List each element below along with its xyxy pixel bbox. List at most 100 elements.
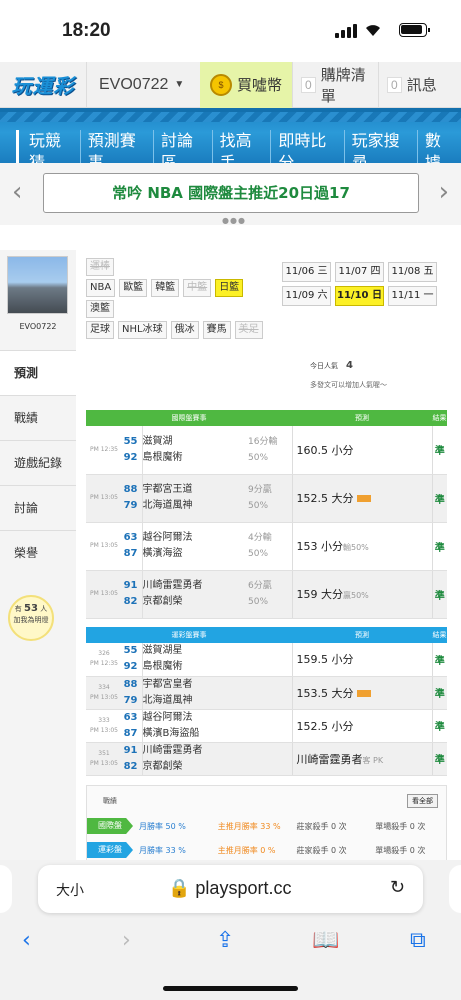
handicap-rate: 50%: [248, 549, 269, 559]
chevron-right-icon[interactable]: ›: [439, 177, 449, 207]
profile-name: EVO0722: [19, 322, 57, 331]
team-name[interactable]: 川崎雷霆勇者: [143, 578, 249, 594]
prev-tab-preview[interactable]: [0, 865, 12, 913]
chevron-left-icon[interactable]: ‹: [12, 177, 22, 207]
profile-nav-item[interactable]: 戰績: [0, 395, 76, 440]
team-name[interactable]: 越谷阿爾法: [143, 710, 292, 726]
team-name[interactable]: 京都創榮: [143, 594, 249, 610]
league-chip[interactable]: 俄冰: [170, 321, 199, 339]
team-name[interactable]: 橫濱B海盜船: [143, 726, 292, 742]
forward-icon[interactable]: ›: [122, 928, 131, 953]
date-tab[interactable]: 11/06 三: [282, 262, 331, 282]
league-chip[interactable]: 韓籃: [151, 279, 180, 297]
league-chip[interactable]: 澳籃: [86, 300, 114, 318]
message-count: 0: [387, 76, 402, 93]
fans-badge[interactable]: 有 53 人 加我為明燈: [8, 595, 54, 641]
team-numbers: 63 87: [122, 709, 142, 743]
bookmarks-icon[interactable]: 📖: [312, 928, 339, 953]
team-name[interactable]: 島根魔術: [143, 659, 292, 675]
game-time: 326 PM 12:35: [86, 643, 122, 677]
team-numbers: 88 79: [122, 676, 142, 710]
share-icon[interactable]: ⇪: [216, 928, 234, 953]
messages-label: 訊息: [406, 77, 437, 94]
messages-tab[interactable]: 0 訊息: [378, 61, 461, 108]
avatar[interactable]: [7, 256, 68, 314]
pick: 159 大分: [296, 588, 344, 601]
record-stat: 主推月勝率 0 %: [217, 845, 276, 855]
result: 準: [431, 643, 447, 677]
main-pick-tag-icon: [356, 689, 371, 697]
league-chip[interactable]: 歐籃: [119, 279, 148, 297]
team-number: 87: [123, 727, 138, 739]
team-names: 滋賀湖星 島根魔術: [141, 643, 292, 677]
league-chip[interactable]: 賽馬: [202, 321, 231, 339]
banner-link[interactable]: 常吟 NBA 國際盤主推近20日過17: [43, 173, 419, 213]
team-name[interactable]: 滋賀湖: [143, 434, 249, 450]
view-all-button[interactable]: 看全部: [407, 794, 438, 808]
profile-sidebar: EVO0722 預測 戰績 遊戲紀錄 討論 榮譽 有 53 人 加我為明燈: [0, 250, 76, 860]
site-logo[interactable]: 玩運彩: [0, 62, 86, 108]
team-name[interactable]: 橫濱海盜: [143, 546, 249, 562]
team-name[interactable]: 北海道風神: [143, 498, 249, 514]
profile-nav-item[interactable]: 遊戲紀錄: [0, 440, 76, 485]
signal-icon: [335, 24, 357, 38]
team-name[interactable]: 島根魔術: [143, 450, 249, 466]
date-tab[interactable]: 11/10 日: [335, 286, 384, 306]
handicap: 16分輸 50%: [248, 426, 292, 475]
profile-nav-item[interactable]: 預測: [0, 350, 76, 395]
date-tab[interactable]: 11/08 五: [388, 262, 437, 282]
popularity-label: 今日人氣: [310, 362, 338, 370]
profile-nav-item[interactable]: 榮譽: [0, 530, 76, 575]
team-name[interactable]: 越谷阿爾法: [143, 530, 249, 546]
team-names: 川崎雷霆勇者 京都創榮: [141, 570, 249, 619]
team-name[interactable]: 川崎雷霆勇者: [143, 743, 292, 759]
buy-coin-button[interactable]: $ 買噓幣: [200, 61, 292, 108]
time: PM 13:05: [90, 726, 118, 734]
prediction: 159 大分贏50%: [291, 570, 432, 619]
league-chip[interactable]: 美足: [234, 321, 263, 339]
pick: 153 小分: [296, 540, 344, 553]
date-tab[interactable]: 11/09 六: [282, 286, 331, 306]
pick: 153.5 大分: [296, 686, 354, 700]
team-number: 82: [123, 760, 138, 772]
league-chip[interactable]: NHL冰球: [118, 321, 167, 339]
col-header: 結果: [432, 410, 447, 426]
address-field[interactable]: 大小 🔒 playsport.cc ↻: [38, 865, 423, 913]
intl-table: 國際盤賽事 預測 結果 PM 12:35 55 92 滋賀湖 島根魔術 16分輸 50% 160.5…: [86, 410, 447, 619]
team-numbers: 88 79: [122, 474, 142, 523]
text-size-button[interactable]: 大小: [56, 880, 84, 900]
team-number: 92: [123, 451, 138, 463]
profile-nav-item[interactable]: 討論: [0, 485, 76, 530]
league-chip[interactable]: 中籃: [183, 279, 212, 297]
league-chip[interactable]: 運棒: [86, 258, 114, 276]
pick-note: 客 PK: [362, 755, 384, 765]
league-chip[interactable]: 日籃: [215, 279, 244, 297]
result: 準: [431, 474, 447, 523]
battery-icon: [399, 23, 430, 37]
date-tab[interactable]: 11/11 一: [388, 286, 437, 306]
menu-stripe: [0, 112, 461, 122]
handicap-rate: 50%: [248, 452, 269, 463]
popularity-note: 多發文可以增加人氣喔～: [310, 381, 387, 389]
filter-row: 運棒: [86, 258, 276, 276]
league-chip[interactable]: 足球: [86, 321, 114, 339]
league-chip[interactable]: NBA: [86, 279, 116, 297]
team-name[interactable]: 北海道風神: [143, 693, 292, 709]
col-header: 預測: [292, 627, 432, 643]
table-row: 334 PM 13:05 88 79 宇都宮皇者 北海道風神 153.5 大分準: [86, 676, 447, 710]
team-name[interactable]: 宇都宮王道: [143, 482, 249, 498]
game-time: PM 13:05: [86, 522, 122, 571]
purchase-list-tab[interactable]: 0 購牌清單: [292, 61, 378, 108]
tabs-icon[interactable]: ⧉: [410, 928, 426, 953]
next-tab-preview[interactable]: [449, 865, 461, 913]
filter-row: NBA 歐籃 韓籃 中籃 日籃: [86, 279, 276, 297]
team-name[interactable]: 宇都宮皇者: [143, 677, 292, 693]
team-name[interactable]: 京都創榮: [143, 759, 292, 775]
account-menu[interactable]: EVO0722 ▼: [86, 61, 200, 108]
team-number: 55: [123, 645, 138, 657]
team-name[interactable]: 滋賀湖星: [143, 643, 292, 659]
team-names: 宇都宮王道 北海道風神: [141, 474, 249, 523]
back-icon[interactable]: ‹: [22, 928, 31, 953]
date-tab[interactable]: 11/07 四: [335, 262, 384, 282]
reload-icon[interactable]: ↻: [390, 877, 405, 898]
